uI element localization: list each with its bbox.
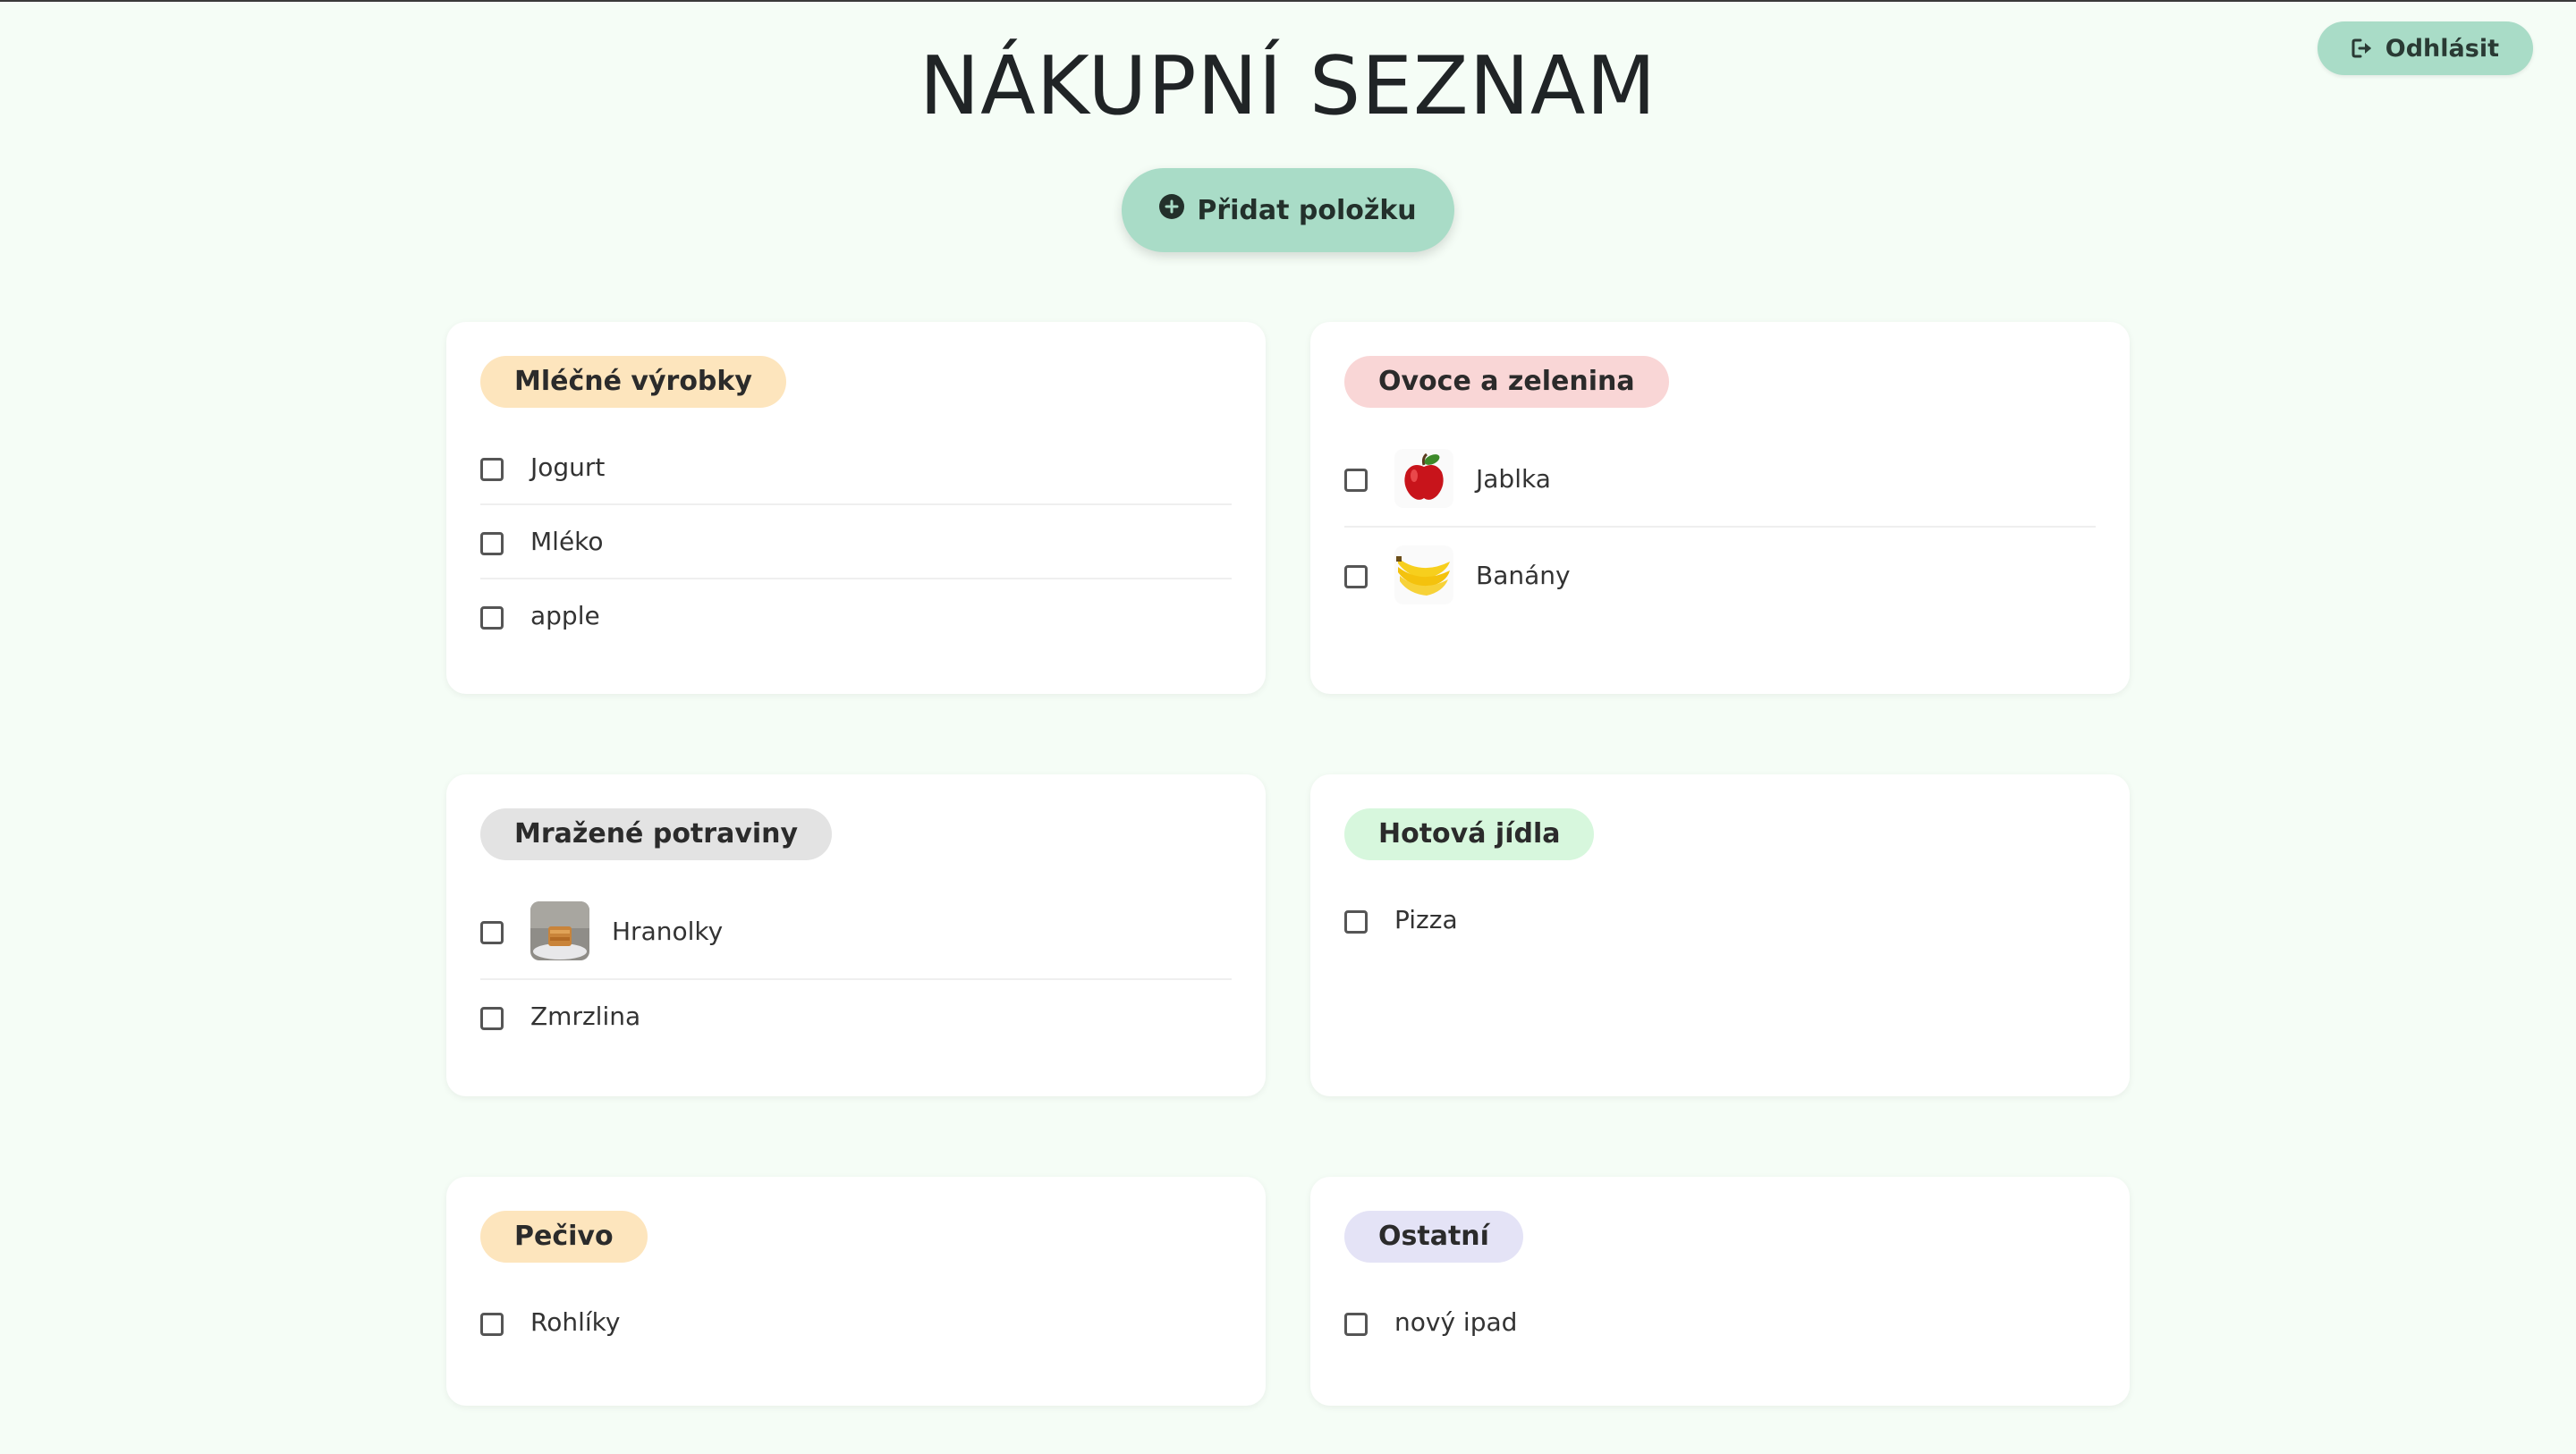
item-label: Hranolky xyxy=(612,916,724,946)
list-item: Rohlíky xyxy=(480,1286,1232,1358)
plus-circle-icon xyxy=(1159,194,1185,226)
item-checkbox[interactable] xyxy=(1344,469,1368,492)
item-checkbox[interactable] xyxy=(480,457,504,481)
apple-image xyxy=(1394,449,1453,508)
category-title: Ostatní xyxy=(1344,1211,1523,1263)
category-card-frozen: Mražené potraviny Hranolky Zmrzlina xyxy=(446,774,1266,1096)
item-checkbox[interactable] xyxy=(480,1006,504,1030)
item-checkbox[interactable] xyxy=(480,921,504,944)
item-checkbox[interactable] xyxy=(1344,909,1368,934)
add-item-button[interactable]: Přidat položku xyxy=(1122,168,1454,252)
list-item: Jablka xyxy=(1344,431,2096,528)
list-item: Pizza xyxy=(1344,883,2096,956)
category-card-bakery: Pečivo Rohlíky xyxy=(446,1177,1266,1406)
list-item: Zmrzlina xyxy=(480,980,1232,1052)
item-label: Pizza xyxy=(1394,905,1458,934)
item-label: Jogurt xyxy=(530,452,606,482)
item-checkbox[interactable] xyxy=(480,605,504,630)
item-checkbox[interactable] xyxy=(480,1312,504,1336)
category-title: Hotová jídla xyxy=(1344,808,1595,860)
category-card-ready-meals: Hotová jídla Pizza xyxy=(1310,774,2130,1096)
fries-image xyxy=(530,901,589,960)
category-card-other: Ostatní nový ipad xyxy=(1310,1177,2130,1406)
category-title: Pečivo xyxy=(480,1211,648,1263)
item-checkbox[interactable] xyxy=(480,531,504,555)
category-title: Mléčné výrobky xyxy=(480,356,786,408)
item-label: nový ipad xyxy=(1394,1307,1518,1337)
item-checkbox[interactable] xyxy=(1344,565,1368,588)
category-card-dairy: Mléčné výrobky Jogurt Mléko apple xyxy=(446,322,1266,694)
category-title: Mražené potraviny xyxy=(480,808,833,860)
item-label: apple xyxy=(530,601,600,630)
item-label: Mléko xyxy=(530,527,604,556)
list-item: nový ipad xyxy=(1344,1286,2096,1358)
list-item: Hranolky xyxy=(480,883,1232,980)
list-item: Jogurt xyxy=(480,431,1232,505)
banana-image xyxy=(1394,545,1453,604)
list-item: Mléko xyxy=(480,505,1232,579)
page-title: NÁKUPNÍ SEZNAM xyxy=(919,39,1657,133)
list-item: apple xyxy=(480,579,1232,652)
category-card-fruit-veg: Ovoce a zelenina Jablka Banány xyxy=(1310,322,2130,694)
add-item-label: Přidat položku xyxy=(1197,194,1417,226)
item-label: Jablka xyxy=(1476,463,1551,494)
list-item: Banány xyxy=(1344,528,2096,622)
item-checkbox[interactable] xyxy=(1344,1312,1368,1336)
item-label: Zmrzlina xyxy=(530,1002,641,1031)
item-label: Rohlíky xyxy=(530,1307,621,1337)
category-title: Ovoce a zelenina xyxy=(1344,356,1669,408)
item-label: Banány xyxy=(1476,560,1571,590)
